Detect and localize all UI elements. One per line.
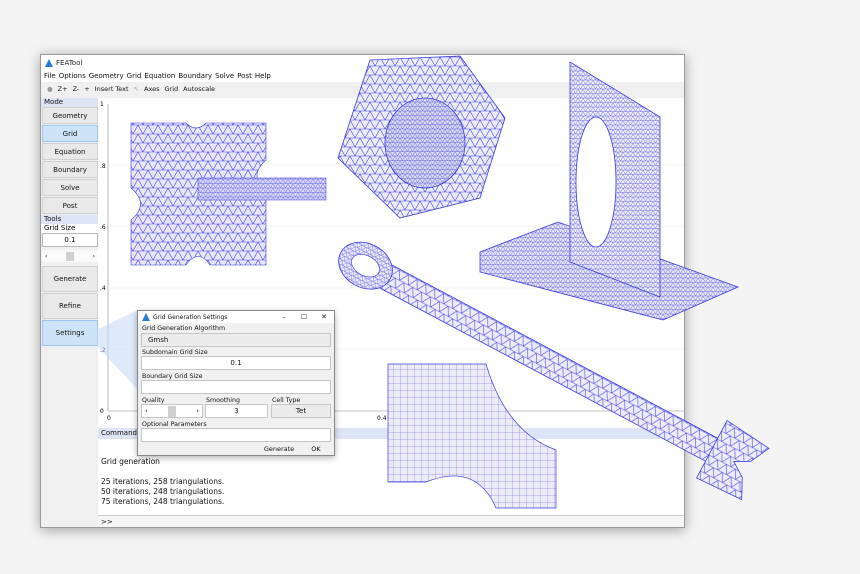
grid-size-slider[interactable]: ‹ › [42,250,98,262]
autoscale-button[interactable]: Autoscale [183,85,215,93]
zoom-out-button[interactable]: Z- [73,85,80,93]
y-tick: .6 [100,224,106,231]
slider-thumb[interactable] [168,405,176,417]
mode-solve-button[interactable]: Solve [42,179,98,196]
dialog-ok-button[interactable]: OK [301,444,331,454]
algorithm-value: Gmsh [148,336,169,344]
quality-slider[interactable]: ‹ › [141,404,203,418]
algorithm-select[interactable]: Gmsh [141,333,331,347]
mode-geometry-button[interactable]: Geometry [42,107,98,124]
chevron-right-icon[interactable]: › [196,407,199,415]
generate-button[interactable]: Generate [42,266,98,292]
menu-options[interactable]: Options [59,72,86,80]
mode-post-button[interactable]: Post [42,197,98,214]
subdomain-grid-size-input[interactable]: 0.1 [141,356,331,370]
command-prompt[interactable]: >> [98,515,684,527]
smoothing-input[interactable]: 3 [205,404,268,418]
y-tick: 0 [100,408,104,415]
celltype-value: Tet [295,407,307,415]
dialog-title: Grid Generation Settings [153,313,228,321]
mode-grid-button[interactable]: Grid [42,125,98,142]
grid-toggle[interactable]: Grid [165,85,179,93]
window-controls: – ☐ ✕ [274,313,334,321]
window-title: FEATool [56,58,83,67]
dialog-generate-button[interactable]: Generate [260,444,298,454]
minimize-icon[interactable]: – [274,313,294,321]
optional-parameters-input[interactable] [141,428,331,442]
mode-header: Mode [41,98,98,107]
cursor-icon[interactable]: ↖ [134,85,139,93]
quality-label: Quality [142,397,165,404]
insert-text-button[interactable]: Insert Text [95,85,129,93]
chevron-right-icon[interactable]: › [93,253,95,260]
prompt-symbol: >> [101,518,113,526]
menu-equation[interactable]: Equation [144,72,175,80]
y-tick: .4 [100,285,106,292]
select-icon[interactable]: ● [47,85,53,93]
boundary-label: Boundary Grid Size [142,373,203,380]
featool-logo-icon [142,313,150,321]
y-tick: .8 [100,163,106,170]
axes-toggle[interactable]: Axes [144,85,159,93]
pan-button[interactable]: + [84,85,89,93]
dialog-title-bar: Grid Generation Settings – ☐ ✕ [138,311,334,323]
grid-size-input[interactable]: 0.1 [42,233,98,247]
celltype-label: Cell Type [272,397,301,404]
menu-boundary[interactable]: Boundary [178,72,212,80]
slider-thumb[interactable] [66,251,74,261]
mode-equation-button[interactable]: Equation [42,143,98,160]
menu-post[interactable]: Post [237,72,252,80]
chevron-left-icon[interactable]: ‹ [145,407,148,415]
celltype-select[interactable]: Tet [271,404,331,418]
zoom-in-button[interactable]: Z+ [58,85,68,93]
menu-help[interactable]: Help [255,72,271,80]
close-icon[interactable]: ✕ [314,313,334,321]
subdomain-label: Subdomain Grid Size [142,349,208,356]
boundary-grid-size-input[interactable] [141,380,331,394]
grid-size-label: Grid Size [41,224,98,233]
y-tick: 1 [100,101,104,108]
x-tick: 0 [107,415,111,422]
subdomain-value: 0.1 [230,359,242,367]
algorithm-label: Grid Generation Algorithm [142,325,226,332]
grid-settings-dialog: Grid Generation Settings – ☐ ✕ Grid Gene… [137,310,335,456]
left-panel: Mode Geometry Grid Equation Boundary Sol… [41,98,98,527]
quad-mesh-illustration [387,363,557,509]
menu-grid[interactable]: Grid [127,72,142,80]
menu-solve[interactable]: Solve [215,72,234,80]
optional-label: Optional Parameters [142,421,207,428]
tools-header: Tools [41,215,98,224]
smoothing-value: 3 [234,407,239,415]
mode-boundary-button[interactable]: Boundary [42,161,98,178]
smoothing-label: Smoothing [206,397,241,404]
maximize-icon[interactable]: ☐ [294,313,314,321]
menu-file[interactable]: File [44,72,56,80]
menu-geometry[interactable]: Geometry [89,72,124,80]
chevron-left-icon[interactable]: ‹ [45,253,47,260]
featool-logo-icon [45,58,53,67]
refine-button[interactable]: Refine [42,293,98,319]
settings-connector [96,310,138,390]
settings-button[interactable]: Settings [42,320,98,346]
